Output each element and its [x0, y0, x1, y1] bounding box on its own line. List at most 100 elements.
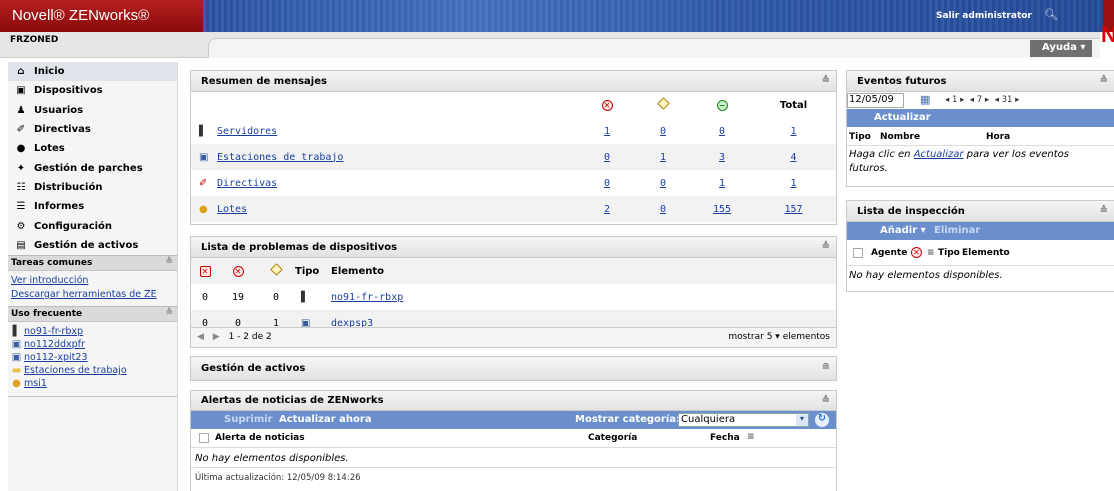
category-link[interactable]: Directivas — [217, 178, 277, 189]
nav-item[interactable]: ▣ Dispositivos — [8, 81, 177, 100]
bundle-icon: ● — [12, 377, 21, 389]
agent-column-header[interactable]: Agente — [871, 248, 907, 258]
date-input[interactable]: 12/05/09 — [847, 93, 904, 108]
prev-icon[interactable]: ◂ — [970, 95, 974, 105]
calendar-icon[interactable]: ▦ — [920, 93, 930, 106]
task-download-tools[interactable]: Descargar herramientas de ZE — [8, 288, 177, 302]
sort-icon[interactable]: ≡ — [747, 432, 755, 442]
task-view-intro[interactable]: Ver introducción — [8, 274, 177, 288]
item-column-header[interactable]: Elemento — [962, 248, 1010, 258]
alert-column-header[interactable]: Alerta de noticias — [215, 433, 305, 443]
frequent-item-label[interactable]: no112ddxpfr — [24, 339, 85, 350]
ok-count-link[interactable]: 1 — [719, 178, 725, 189]
err-count-cell: 1 — [581, 118, 633, 144]
next-icon[interactable]: ▸ — [960, 95, 964, 105]
type-column-header[interactable]: Tipo — [938, 248, 960, 258]
nav-item[interactable]: ☰ Informes — [8, 197, 177, 216]
novell-n-mark: N — [1101, 22, 1114, 47]
next-icon[interactable]: ▸ — [985, 95, 989, 105]
sidebar-divider — [8, 395, 177, 397]
category-link[interactable]: Servidores — [217, 126, 277, 137]
ok-count-link[interactable]: 3 — [719, 152, 725, 163]
select-all-checkbox[interactable] — [199, 433, 209, 443]
date-stepper[interactable]: ◂ 1 ▸ ◂ 7 ▸ ◂ 31 ▸ — [945, 95, 1019, 105]
key-icon[interactable]: 🔍︎ — [1044, 8, 1058, 21]
frequent-item-label[interactable]: no112-xpit23 — [24, 352, 88, 363]
category-link[interactable]: Estaciones de trabajo — [217, 152, 343, 163]
nav-item[interactable]: ☷ Distribución — [8, 178, 177, 197]
device-link[interactable]: no91-fr-rbxp — [331, 292, 403, 303]
suppress-button[interactable]: Suprimir — [224, 414, 273, 425]
collapse-icon[interactable]: ≙ — [1100, 205, 1108, 216]
prev-page-icon[interactable]: ◀ — [197, 332, 204, 342]
frequent-item[interactable]: ● msi1 — [8, 377, 177, 390]
collapse-icon[interactable]: ≙ — [822, 395, 830, 406]
err-count-link[interactable]: 2 — [604, 204, 610, 215]
total-count-link[interactable]: 157 — [784, 204, 802, 215]
name-column-header[interactable]: Nombre — [880, 132, 920, 142]
collapse-icon[interactable]: ≙ — [822, 75, 830, 86]
logout-link[interactable]: Salir administrator — [936, 11, 1032, 21]
total-count-link[interactable]: 1 — [790, 178, 796, 189]
type-column-header[interactable]: Tipo — [849, 132, 871, 142]
category-link[interactable]: Lotes — [217, 204, 247, 215]
category-column-header[interactable]: Categoría — [588, 433, 637, 443]
frequent-item[interactable]: ▣ no112ddxpfr — [8, 338, 177, 351]
date-column-header[interactable]: Fecha — [710, 433, 740, 443]
total-count-link[interactable]: 1 — [790, 126, 796, 137]
prev-icon[interactable]: ◂ — [945, 95, 949, 105]
select-all-checkbox[interactable] — [853, 248, 863, 258]
frequent-item[interactable]: ▌ no91-fr-rbxp — [8, 325, 177, 338]
warn-count-cell: 0 — [633, 118, 693, 144]
sort-icon[interactable]: ≡ — [927, 248, 935, 258]
ok-count-link[interactable]: 155 — [713, 204, 731, 215]
dropdown-icon[interactable]: ▾ — [796, 414, 808, 426]
nav-item[interactable]: ⚙ Configuración — [8, 216, 177, 235]
nav-item[interactable]: ● Lotes — [8, 139, 177, 158]
help-menu-button[interactable]: Ayuda ▾ — [1030, 40, 1092, 57]
next-page-icon[interactable]: ▶ — [213, 332, 220, 342]
table-row: ● Lotes 2 0 155 157 — [191, 196, 836, 222]
refresh-icon[interactable]: ↻ — [815, 413, 829, 427]
total-count-link[interactable]: 4 — [790, 152, 796, 163]
nav-item[interactable]: ✐ Directivas — [8, 120, 177, 139]
dropdown-icon[interactable]: ▾ — [772, 332, 782, 342]
time-column-header[interactable]: Hora — [986, 132, 1010, 142]
frequent-item[interactable]: ▬ Estaciones de trabajo — [8, 364, 177, 377]
message-summary-panel: Resumen de mensajes ≙ ✕ − Total ▌ Servido… — [190, 70, 837, 225]
next-icon[interactable]: ▸ — [1015, 95, 1019, 105]
refresh-now-button[interactable]: Actualizar ahora — [279, 414, 372, 425]
collapse-icon[interactable]: ≙ — [165, 308, 173, 318]
nav-item[interactable]: ♟ Usuarios — [8, 101, 177, 120]
ok-count-link[interactable]: 0 — [719, 126, 725, 137]
news-alerts-panel: Alertas de noticias de ZENworks ≙ Suprim… — [190, 390, 837, 491]
expand-icon[interactable]: ≘ — [822, 362, 830, 373]
warn-count-link[interactable]: 1 — [660, 152, 666, 163]
warn-count-link[interactable]: 0 — [660, 178, 666, 189]
row-label-cell: ✐ Directivas — [191, 170, 581, 196]
refresh-link[interactable]: Actualizar — [914, 149, 964, 160]
frequent-item-label[interactable]: no91-fr-rbxp — [24, 326, 83, 337]
nav-list: ⌂ Inicio ▣ Dispositivos ♟ Usuarios ✐ Directivas… — [8, 62, 177, 255]
prev-icon[interactable]: ◂ — [995, 95, 999, 105]
category-select[interactable]: Cualquiera ▾ — [678, 413, 809, 427]
remove-button[interactable]: Eliminar — [934, 225, 980, 236]
add-button[interactable]: Añadir ▾ — [880, 225, 926, 236]
nav-item[interactable]: ▤ Gestión de activos — [8, 236, 177, 255]
collapse-icon[interactable]: ≙ — [165, 257, 173, 267]
warn-count-link[interactable]: 0 — [660, 126, 666, 137]
nav-item[interactable]: ⌂ Inicio — [8, 62, 177, 82]
refresh-button[interactable]: Actualizar — [874, 112, 931, 123]
sub-header: FRZONED — [0, 32, 1100, 58]
err-count-link[interactable]: 1 — [604, 126, 610, 137]
frequent-item-label[interactable]: Estaciones de trabajo — [24, 365, 127, 376]
collapse-icon[interactable]: ≙ — [1100, 75, 1108, 86]
frequent-item-label[interactable]: msi1 — [24, 378, 47, 389]
err-count-link[interactable]: 0 — [604, 178, 610, 189]
nav-item[interactable]: ✦ Gestión de parches — [8, 158, 177, 177]
warn-count-link[interactable]: 0 — [660, 204, 666, 215]
frequent-item[interactable]: ▣ no112-xpit23 — [8, 351, 177, 364]
err-count-link[interactable]: 0 — [604, 152, 610, 163]
collapse-icon[interactable]: ≙ — [822, 241, 830, 252]
nav-item-label: Distribución — [34, 181, 103, 193]
